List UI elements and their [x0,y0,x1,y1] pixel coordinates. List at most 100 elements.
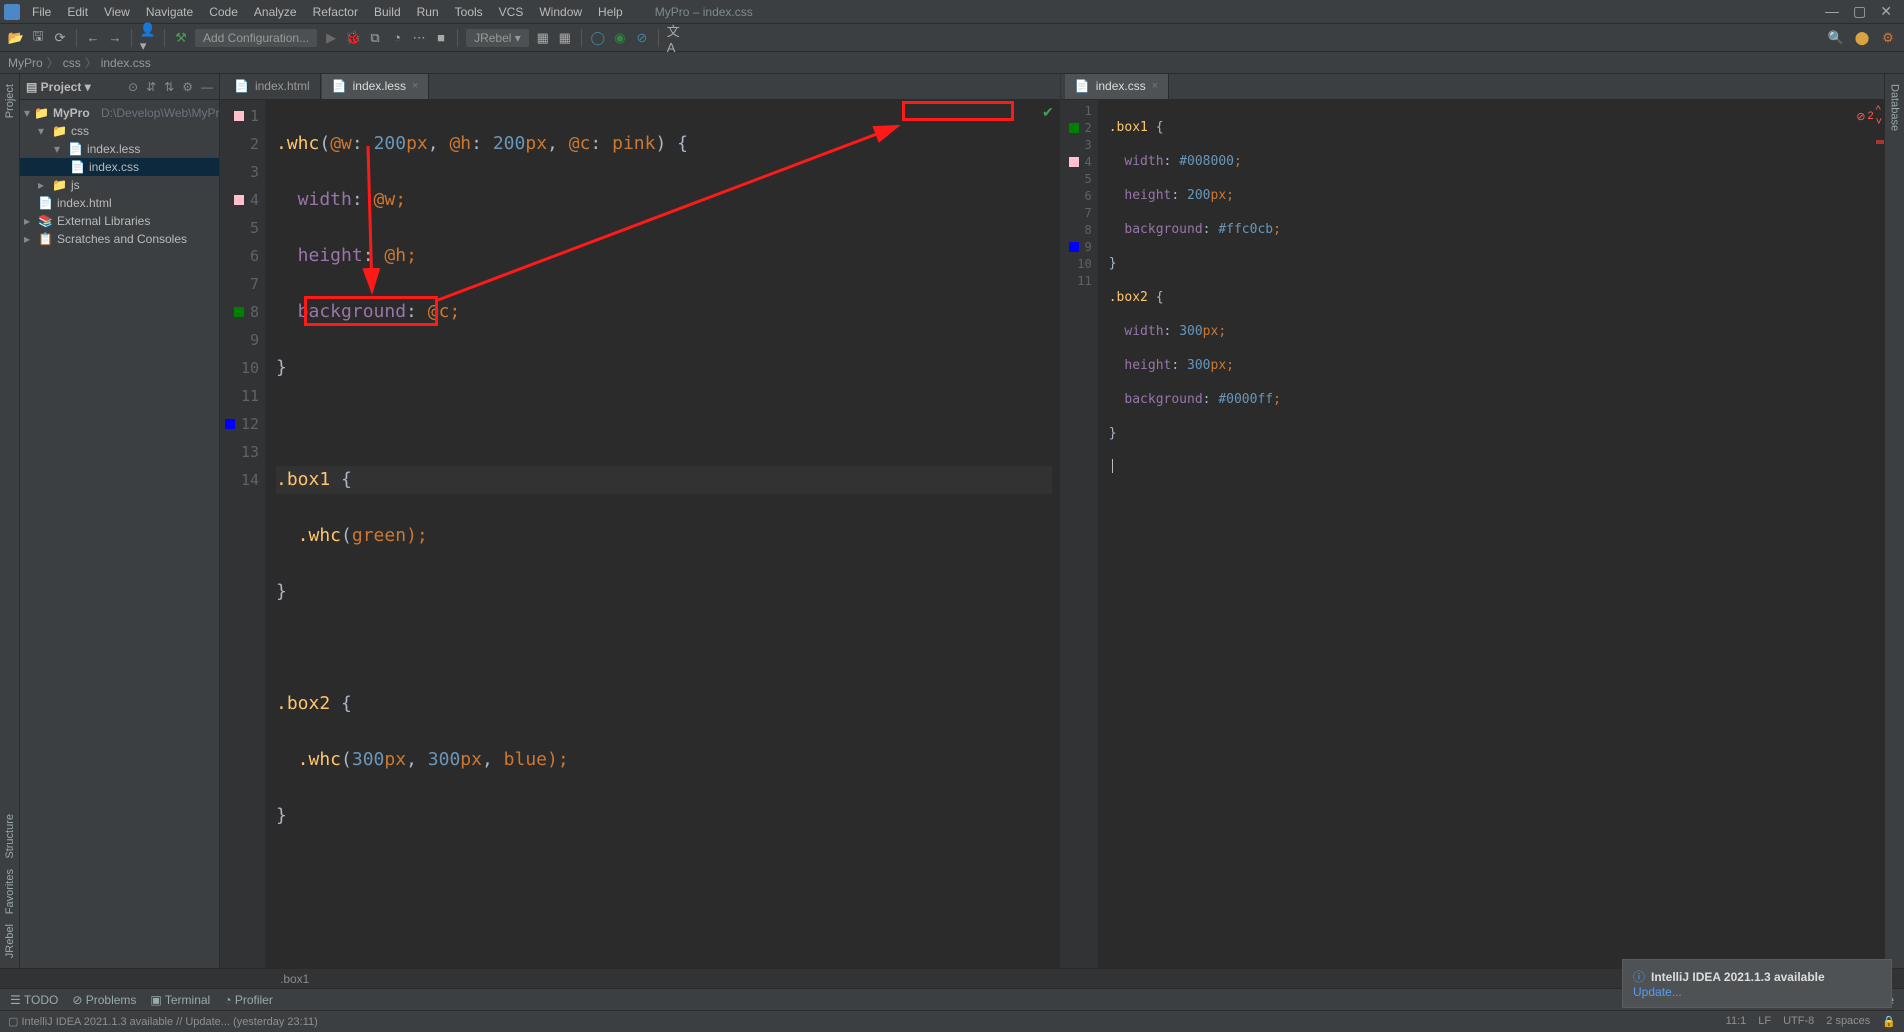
project-title[interactable]: ▤ Project ▾ [26,80,91,94]
tree-root[interactable]: ▾📁 MyPro D:\Develop\Web\MyPro [20,104,219,122]
stripe-structure[interactable]: Structure [4,814,16,859]
menu-code[interactable]: Code [205,5,242,19]
updates-icon[interactable]: ⬤ [1854,30,1870,46]
back-icon[interactable]: ← [85,30,101,46]
select-opened-icon[interactable]: ⊙ [128,80,138,94]
coverage-icon[interactable]: ⧉ [367,30,383,46]
jrebel-icon2[interactable]: ▦ [557,30,573,46]
menu-file[interactable]: File [28,5,55,19]
attach-icon[interactable]: ⋯ [411,30,427,46]
tab-index-html[interactable]: 📄 index.html [224,74,321,99]
project-tree[interactable]: ▾📁 MyPro D:\Develop\Web\MyPro ▾📁 css ▾📄 … [20,100,219,252]
left-editor[interactable]: .whc(@w: 200px, @h: 200px, @c: pink) { w… [266,100,1060,968]
tree-dir-js[interactable]: ▸📁 js [20,176,219,194]
menu-navigate[interactable]: Navigate [142,5,197,19]
run-config-dropdown[interactable]: Add Configuration... [195,29,317,47]
color-swatch-icon[interactable] [1069,123,1079,133]
circle-icon1[interactable]: ◯ [590,30,606,46]
menu-refactor[interactable]: Refactor [309,5,362,19]
left-gutter[interactable]: 1 2 3 4 5 6 7 8 9 10 11 12 13 14 [220,100,266,968]
close-tab-icon[interactable]: × [1152,80,1158,92]
crumb-folder[interactable]: css [63,56,81,70]
user-icon[interactable]: 👤▾ [140,30,156,46]
color-swatch-icon[interactable] [234,195,244,205]
jrebel-icon1[interactable]: ▦ [535,30,551,46]
lock-icon[interactable]: 🔒 [1882,1015,1896,1028]
status-message[interactable]: ▢ IntelliJ IDEA 2021.1.3 available // Up… [8,1015,318,1028]
editor-area: 📄 index.html 📄 index.less × ✔ 1 2 3 4 5 … [220,74,1884,968]
stop-icon[interactable]: ■ [433,30,449,46]
color-swatch-icon[interactable] [234,111,244,121]
menu-window[interactable]: Window [535,5,586,19]
sync-icon[interactable]: ⟳ [52,30,68,46]
circle-icon3[interactable]: ⊘ [634,30,650,46]
menu-bar: File Edit View Navigate Code Analyze Ref… [0,0,1904,24]
menu-run[interactable]: Run [413,5,443,19]
line-sep[interactable]: LF [1758,1015,1771,1028]
stripe-project[interactable]: Project [4,84,16,118]
tab-todo[interactable]: ☰ TODO [10,993,58,1007]
tree-file-css[interactable]: 📄 index.css [20,158,219,176]
notification-link[interactable]: Update... [1633,985,1881,999]
translate-icon[interactable]: 文A [667,30,683,46]
minimize-icon[interactable]: ― [1825,3,1839,20]
tree-file-less[interactable]: ▾📄 index.less [20,140,219,158]
stripe-jrebel[interactable]: JRebel [4,924,16,958]
expand-all-icon[interactable]: ⇵ [146,80,156,94]
hide-icon[interactable]: — [201,80,213,94]
update-notification[interactable]: ⓘIntelliJ IDEA 2021.1.3 available Update… [1622,959,1892,1008]
menu-analyze[interactable]: Analyze [250,5,301,19]
tab-terminal[interactable]: ▣ Terminal [150,993,210,1007]
profile-icon[interactable]: ◔ [389,30,405,46]
open-icon[interactable]: 📂 [8,30,24,46]
right-editor-tabs: 📄 index.css × [1061,74,1884,100]
menu-help[interactable]: Help [594,5,627,19]
crumb-file[interactable]: index.css [101,56,151,70]
notification-title: IntelliJ IDEA 2021.1.3 available [1651,970,1825,984]
stripe-favorites[interactable]: Favorites [4,869,16,914]
hammer-icon[interactable]: ⚒ [173,30,189,46]
ide-settings-icon[interactable]: ⚙ [1880,30,1896,46]
main-area: Project Structure Favorites JRebel ▤ Pro… [0,74,1904,968]
tree-scratches[interactable]: ▸📋 Scratches and Consoles [20,230,219,248]
save-icon[interactable]: 🖫 [30,30,46,46]
collapse-all-icon[interactable]: ⇅ [164,80,174,94]
tab-index-less[interactable]: 📄 index.less × [322,74,430,99]
menu-tools[interactable]: Tools [451,5,487,19]
stripe-database[interactable]: Database [1889,84,1901,131]
right-gutter[interactable]: 1 2 3 4 5 6 7 8 9 10 11 [1061,100,1099,968]
close-icon[interactable]: ✕ [1880,3,1892,20]
jrebel-dropdown[interactable]: JRebel ▾ [466,29,529,47]
menu-view[interactable]: View [100,5,134,19]
breadcrumb: MyPro 〉 css 〉 index.css [0,52,1904,74]
right-editor[interactable]: .box1 { width: #008000; height: 200px; b… [1099,100,1884,968]
color-swatch-icon[interactable] [225,419,235,429]
encoding[interactable]: UTF-8 [1783,1015,1814,1028]
forward-icon[interactable]: → [107,30,123,46]
indent[interactable]: 2 spaces [1826,1015,1870,1028]
debug-icon[interactable]: 🐞 [345,30,361,46]
menu-vcs[interactable]: VCS [495,5,528,19]
search-icon[interactable]: 🔍 [1828,30,1844,46]
tab-profiler[interactable]: ◔ Profiler [224,993,273,1007]
circle-icon2[interactable]: ◉ [612,30,628,46]
tab-index-css[interactable]: 📄 index.css × [1065,74,1169,99]
color-swatch-icon[interactable] [234,307,244,317]
maximize-icon[interactable]: ▢ [1853,3,1866,20]
tab-problems[interactable]: ⊘ Problems [72,993,136,1007]
tree-file-html[interactable]: 📄 index.html [20,194,219,212]
tree-external-libs[interactable]: ▸📚 External Libraries [20,212,219,230]
close-tab-icon[interactable]: × [412,80,418,92]
tree-dir-css[interactable]: ▾📁 css [20,122,219,140]
app-icon [4,4,20,20]
menu-build[interactable]: Build [370,5,405,19]
window-title: MyPro – index.css [655,5,753,19]
color-swatch-icon[interactable] [1069,242,1079,252]
menu-edit[interactable]: Edit [63,5,92,19]
bottom-tool-tabs: ☰ TODO ⊘ Problems ▣ Terminal ◔ Profiler … [0,988,1904,1010]
crumb-project[interactable]: MyPro [8,56,43,70]
run-icon[interactable]: ▶ [323,30,339,46]
gear-icon[interactable]: ⚙ [182,80,193,94]
color-swatch-icon[interactable] [1069,157,1079,167]
caret-position[interactable]: 11:1 [1726,1015,1747,1028]
